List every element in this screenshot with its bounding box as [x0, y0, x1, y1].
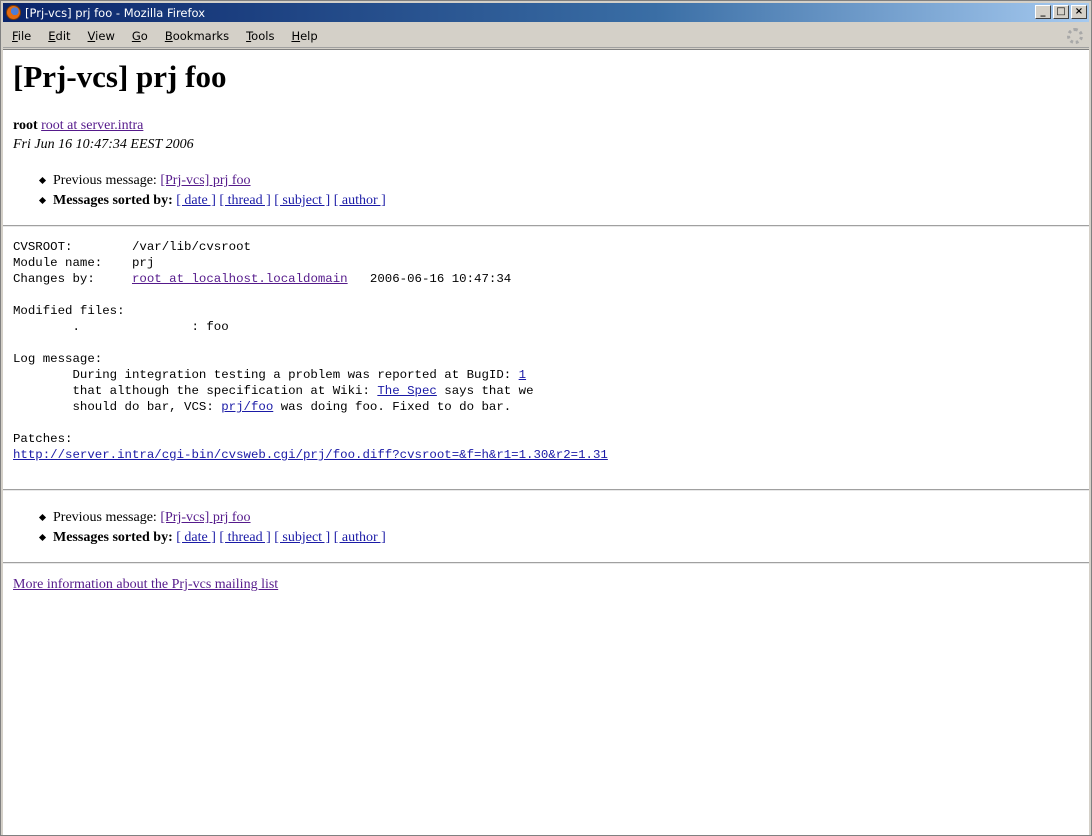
menu-help[interactable]: Help: [282, 29, 325, 43]
close-button[interactable]: ×: [1071, 5, 1087, 19]
sorted-by-label-bottom: Messages sorted by:: [53, 530, 177, 545]
previous-message-label-bottom: Previous message:: [53, 510, 161, 525]
maximize-button[interactable]: □: [1053, 5, 1069, 19]
log-line-3: should do bar, VCS:: [13, 400, 222, 414]
cvsroot-label: CVSROOT:: [13, 240, 132, 254]
more-info-line: More information about the Prj-vcs maili…: [13, 576, 1079, 594]
previous-message-label: Previous message:: [53, 173, 161, 188]
vcs-link[interactable]: prj/foo: [221, 400, 273, 414]
log-line-2: that although the specification at Wiki:: [13, 384, 378, 398]
changes-by-link[interactable]: root at localhost.localdomain: [132, 272, 348, 286]
sorted-by-item: Messages sorted by: [ date ] [ thread ] …: [53, 191, 1079, 211]
message-body: CVSROOT: /var/lib/cvsroot Module name: p…: [13, 239, 1079, 463]
author-name: root: [13, 118, 38, 133]
menu-go[interactable]: Go: [123, 29, 156, 43]
top-message-nav: Previous message: [Prj-vcs] prj foo Mess…: [13, 171, 1079, 211]
sort-by-subject-link[interactable]: [ subject ]: [274, 193, 330, 208]
menu-bar: File Edit View Go Bookmarks Tools Help: [3, 25, 1089, 48]
divider-top: [3, 225, 1089, 227]
menu-tools-label: ools: [251, 29, 275, 43]
throbber-icon: [1067, 28, 1083, 44]
previous-message-item-bottom: Previous message: [Prj-vcs] prj foo: [53, 508, 1079, 528]
menu-help-accesskey: H: [291, 29, 301, 43]
changes-date: 2006-06-16 10:47:34: [347, 272, 512, 286]
bottom-message-nav: Previous message: [Prj-vcs] prj foo Mess…: [13, 508, 1079, 548]
divider-bottom: [3, 562, 1089, 564]
modified-files-line: . : foo: [13, 320, 229, 334]
menu-tools[interactable]: Tools: [237, 29, 282, 43]
sort-by-author-link[interactable]: [ author ]: [334, 193, 386, 208]
sort-by-thread-link-bottom[interactable]: [ thread ]: [219, 530, 270, 545]
menu-edit-label: dit: [55, 29, 71, 43]
mail-archive-page: [Prj-vcs] prj foo root root at server.in…: [3, 59, 1089, 594]
menu-file[interactable]: File: [3, 29, 39, 43]
minimize-button[interactable]: _: [1035, 5, 1051, 19]
window-controls: _ □ ×: [1035, 5, 1087, 19]
sort-by-date-link[interactable]: [ date ]: [176, 193, 216, 208]
menu-view-label: iew: [95, 29, 115, 43]
sort-by-author-link-bottom[interactable]: [ author ]: [334, 530, 386, 545]
sort-by-thread-link[interactable]: [ thread ]: [219, 193, 270, 208]
patches-link[interactable]: http://server.intra/cgi-bin/cvsweb.cgi/p…: [13, 448, 608, 462]
page-title: [Prj-vcs] prj foo: [13, 59, 227, 94]
firefox-icon: [6, 5, 21, 20]
modified-files-label: Modified files:: [13, 304, 125, 318]
wiki-link[interactable]: The Spec: [377, 384, 437, 398]
module-label: Module name:: [13, 256, 132, 270]
browser-window: [Prj-vcs] prj foo - Mozilla Firefox _ □ …: [0, 0, 1092, 836]
previous-message-link[interactable]: [Prj-vcs] prj foo: [160, 173, 250, 188]
menu-edit-accesskey: E: [48, 29, 56, 43]
log-line-1: During integration testing a problem was…: [13, 368, 519, 382]
sorted-by-label: Messages sorted by:: [53, 193, 177, 208]
menu-file-label: ile: [17, 29, 32, 43]
menu-bookmarks-label: ookmarks: [172, 29, 230, 43]
log-message-label: Log message:: [13, 352, 103, 366]
changes-label: Changes by:: [13, 272, 132, 286]
sorted-by-item-bottom: Messages sorted by: [ date ] [ thread ] …: [53, 528, 1079, 548]
menu-view[interactable]: View: [79, 29, 123, 43]
previous-message-link-bottom[interactable]: [Prj-vcs] prj foo: [160, 510, 250, 525]
sort-by-subject-link-bottom[interactable]: [ subject ]: [274, 530, 330, 545]
cvsroot-value: /var/lib/cvsroot: [131, 240, 251, 254]
module-value: prj: [131, 256, 155, 270]
menu-go-label: o: [140, 29, 148, 43]
author-line: root root at server.intra: [13, 117, 1079, 135]
menu-bookmarks-accesskey: B: [164, 29, 173, 43]
sort-by-date-link-bottom[interactable]: [ date ]: [176, 530, 216, 545]
message-date: Fri Jun 16 10:47:34 EEST 2006: [13, 137, 194, 152]
log-line-2-end: says that we: [436, 384, 534, 398]
patches-label: Patches:: [13, 432, 73, 446]
previous-message-item: Previous message: [Prj-vcs] prj foo: [53, 171, 1079, 191]
bugid-link[interactable]: 1: [519, 368, 526, 382]
mailing-list-info-link[interactable]: More information about the Prj-vcs maili…: [13, 577, 278, 592]
title-bar[interactable]: [Prj-vcs] prj foo - Mozilla Firefox _ □ …: [3, 3, 1089, 22]
page-content[interactable]: [Prj-vcs] prj foo root root at server.in…: [3, 49, 1089, 835]
menu-help-label: elp: [300, 29, 318, 43]
menu-bookmarks[interactable]: Bookmarks: [156, 29, 237, 43]
log-line-3-end: was doing foo. Fixed to do bar.: [273, 400, 512, 414]
divider-middle: [3, 489, 1089, 491]
menu-go-accesskey: G: [131, 29, 141, 43]
author-email-link[interactable]: root at server.intra: [41, 118, 143, 133]
window-title: [Prj-vcs] prj foo - Mozilla Firefox: [25, 5, 206, 20]
menu-edit[interactable]: Edit: [39, 29, 78, 43]
